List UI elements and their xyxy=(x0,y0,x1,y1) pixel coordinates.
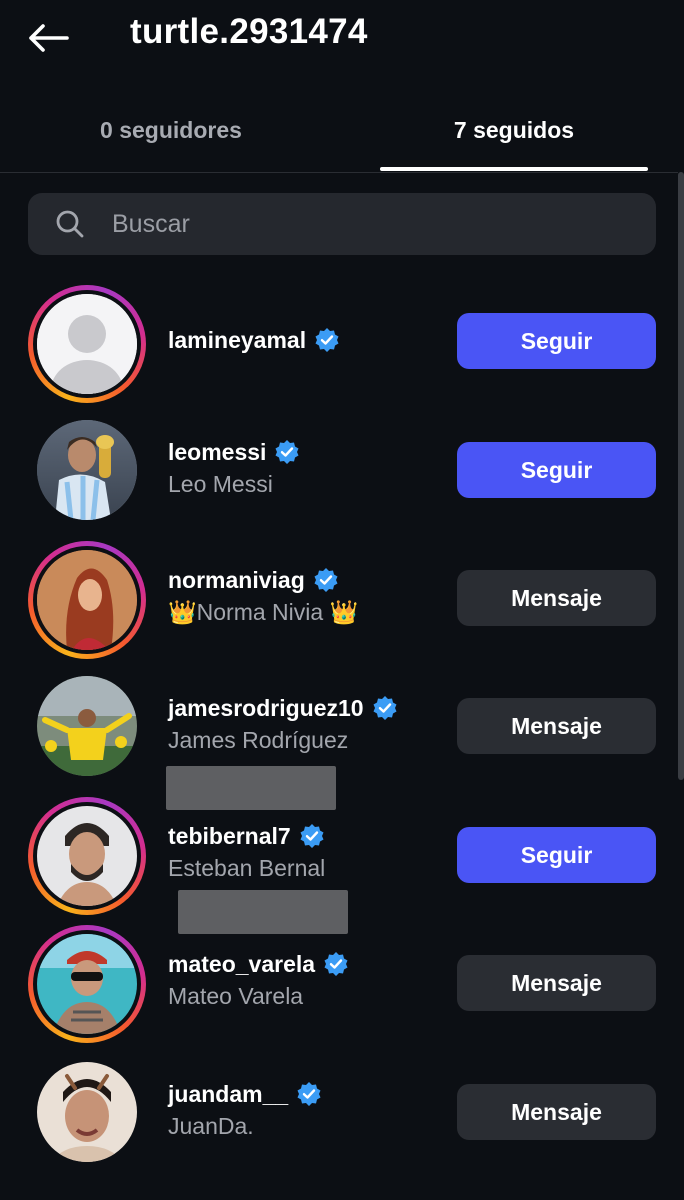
profile-photo xyxy=(37,1062,137,1162)
full-name: 👑Norma Nivia 👑 xyxy=(168,599,359,625)
verified-badge-icon xyxy=(297,1082,321,1106)
message-button[interactable]: Mensaje xyxy=(457,698,656,754)
tab-divider xyxy=(0,172,684,173)
username[interactable]: normaniviag xyxy=(168,567,305,594)
username[interactable]: leomessi xyxy=(168,439,266,466)
full-name: JuanDa. xyxy=(168,1113,254,1139)
page-title: turtle.2931474 xyxy=(130,12,368,51)
active-tab-indicator xyxy=(380,167,648,171)
list-item[interactable]: leomessi Leo Messi Seguir xyxy=(0,408,684,536)
tab-bar: 0 seguidores 7 seguidos xyxy=(0,90,684,173)
message-button[interactable]: Mensaje xyxy=(457,570,656,626)
verified-badge-icon xyxy=(373,696,397,720)
message-button[interactable]: Mensaje xyxy=(457,955,656,1011)
search-box[interactable] xyxy=(28,193,656,255)
top-bar: turtle.2931474 xyxy=(0,0,684,78)
profile-photo xyxy=(37,420,137,520)
username[interactable]: jamesrodriguez10 xyxy=(168,695,364,722)
username[interactable]: tebibernal7 xyxy=(168,823,291,850)
full-name: Leo Messi xyxy=(168,471,273,497)
full-name: James Rodríguez xyxy=(168,727,349,753)
list-item[interactable]: jamesrodriguez10 James Rodríguez Mensaje xyxy=(0,664,684,792)
verified-badge-icon xyxy=(314,568,338,592)
tab-followers[interactable]: 0 seguidores xyxy=(16,90,326,170)
verified-badge-icon xyxy=(324,952,348,976)
avatar[interactable] xyxy=(37,1062,137,1162)
back-button[interactable] xyxy=(22,14,74,62)
follow-button[interactable]: Seguir xyxy=(457,442,656,498)
follow-button[interactable]: Seguir xyxy=(457,313,656,369)
avatar[interactable] xyxy=(37,676,137,776)
profile-photo xyxy=(37,550,137,650)
username[interactable]: lamineyamal xyxy=(168,327,306,354)
verified-badge-icon xyxy=(300,824,324,848)
avatar[interactable] xyxy=(28,285,146,403)
tab-following[interactable]: 7 seguidos xyxy=(359,90,669,170)
search-icon xyxy=(28,209,112,239)
avatar[interactable] xyxy=(28,797,146,915)
verified-badge-icon xyxy=(315,328,339,352)
username[interactable]: juandam__ xyxy=(168,1081,288,1108)
username[interactable]: mateo_varela xyxy=(168,951,315,978)
profile-photo xyxy=(37,676,137,776)
list-item[interactable]: normaniviag 👑Norma Nivia 👑 Mensaje xyxy=(0,536,684,664)
verified-badge-icon xyxy=(275,440,299,464)
search-input[interactable] xyxy=(112,209,656,239)
avatar[interactable] xyxy=(37,420,137,520)
avatar[interactable] xyxy=(28,925,146,1043)
default-profile-icon xyxy=(37,294,137,394)
profile-photo xyxy=(37,934,137,1034)
follow-button[interactable]: Seguir xyxy=(457,827,656,883)
full-name: Esteban Bernal xyxy=(168,855,326,881)
list-item[interactable]: lamineyamal Seguir xyxy=(0,280,684,408)
avatar[interactable] xyxy=(28,541,146,659)
list-item[interactable]: mateo_varela Mateo Varela Mensaje xyxy=(0,920,684,1048)
following-screen: turtle.2931474 0 seguidores 7 seguidos B… xyxy=(0,0,684,1200)
arrow-left-icon xyxy=(29,24,69,52)
message-button[interactable]: Mensaje xyxy=(457,1084,656,1140)
full-name: Mateo Varela xyxy=(168,983,304,1009)
list-item[interactable]: juandam__ JuanDa. Mensaje xyxy=(0,1048,684,1176)
profile-photo xyxy=(37,806,137,906)
